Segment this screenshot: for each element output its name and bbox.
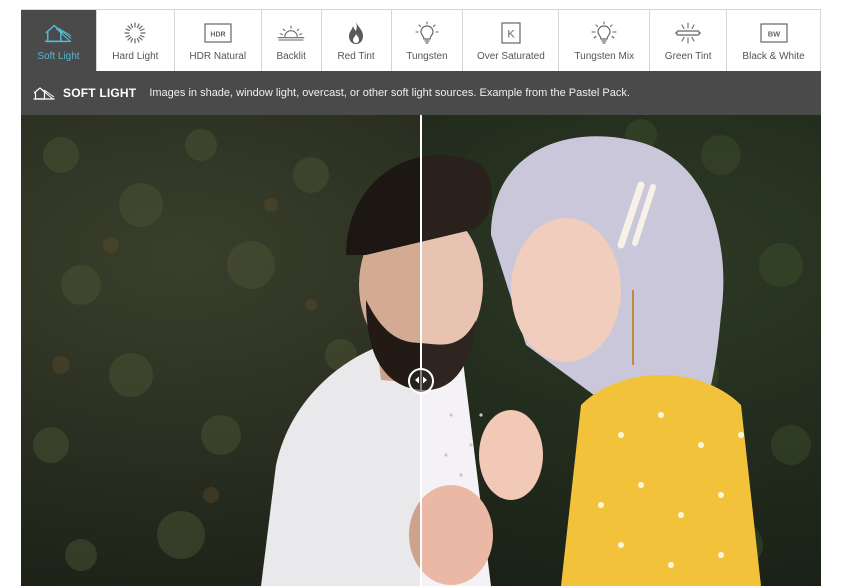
tab-black-white[interactable]: BW Black & White <box>726 10 820 72</box>
preset-description: Images in shade, window light, overcast,… <box>149 87 630 99</box>
sunburst-icon <box>121 20 149 46</box>
tab-label: Red Tint <box>337 51 375 62</box>
sunset-icon <box>277 20 305 46</box>
house-shade-icon <box>44 20 72 46</box>
tab-label: Green Tint <box>664 51 712 62</box>
tab-tungsten-mix[interactable]: Tungsten Mix <box>558 10 650 72</box>
fluorescent-tube-icon <box>674 20 702 46</box>
tab-red-tint[interactable]: Red Tint <box>320 10 391 72</box>
drag-arrows-icon <box>414 372 428 390</box>
tab-label: Soft Light <box>37 51 80 62</box>
tab-green-tint[interactable]: Green Tint <box>649 10 727 72</box>
tab-hard-light[interactable]: Hard Light <box>95 10 174 72</box>
tab-label: Backlit <box>276 51 306 62</box>
tab-soft-light[interactable]: Soft Light <box>21 10 96 72</box>
tab-backlit[interactable]: Backlit <box>260 10 321 72</box>
tab-label: Hard Light <box>112 51 159 62</box>
tab-label: HDR Natural <box>189 51 247 62</box>
compare-slider-handle[interactable] <box>408 368 434 394</box>
tab-label: Tungsten <box>406 51 448 62</box>
preset-tab-bar: Soft Light Hard Light HDR HDR Natural Ba… <box>21 9 821 72</box>
tab-hdr-natural[interactable]: HDR HDR Natural <box>173 10 261 72</box>
tab-label: Over Saturated <box>476 51 545 62</box>
preset-preview-widget: Soft Light Hard Light HDR HDR Natural Ba… <box>21 9 821 586</box>
preset-info-bar: SOFT LIGHT Images in shade, window light… <box>21 71 821 115</box>
k-badge-text: K <box>507 29 515 41</box>
before-after-compare[interactable] <box>21 115 821 586</box>
tab-over-saturated[interactable]: K Over Saturated <box>462 10 559 72</box>
preset-title: SOFT LIGHT <box>63 86 137 100</box>
lightbulb-rays-icon <box>590 20 618 46</box>
k-badge-icon: K <box>497 20 525 46</box>
hdr-badge-icon: HDR <box>204 20 232 46</box>
bw-badge-text: BW <box>767 30 780 39</box>
tab-label: Tungsten Mix <box>574 51 635 62</box>
house-shade-icon <box>33 86 55 100</box>
tab-tungsten[interactable]: Tungsten <box>390 10 463 72</box>
compare-divider-line <box>420 115 422 586</box>
hdr-badge-text: HDR <box>210 32 225 39</box>
tab-label: Black & White <box>742 51 805 62</box>
flame-icon <box>342 20 370 46</box>
bw-badge-icon: BW <box>759 20 788 46</box>
lightbulb-icon <box>413 20 441 46</box>
